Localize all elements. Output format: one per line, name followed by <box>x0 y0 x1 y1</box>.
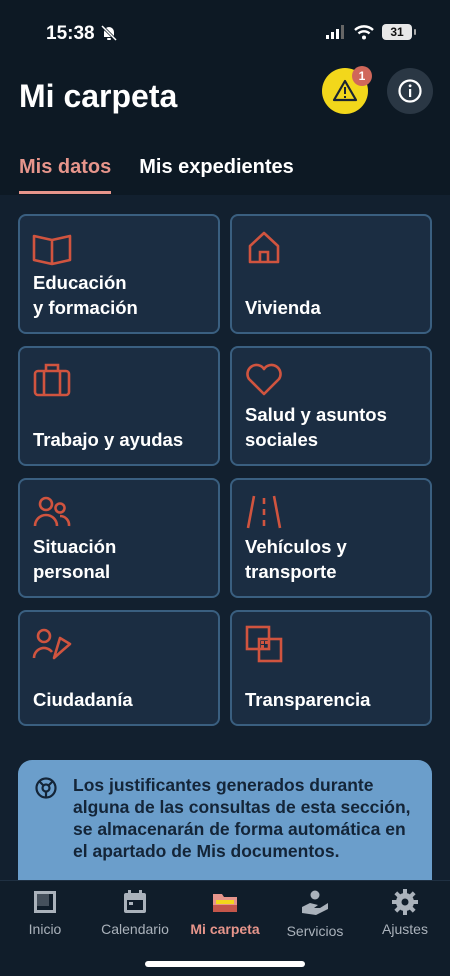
nav-calendario[interactable]: Calendario <box>90 889 180 937</box>
nav-label: Servicios <box>286 923 344 939</box>
nav-inicio[interactable]: Inicio <box>0 889 90 937</box>
category-label: Transparencia <box>245 689 371 710</box>
notice-text: Los justificantes generados durante algu… <box>73 775 411 861</box>
tab-mis-expedientes[interactable]: Mis expedientes <box>139 156 294 194</box>
page-title: Mi carpeta <box>19 78 178 114</box>
nav-label: Ajustes <box>382 921 428 937</box>
alert-count-badge: 1 <box>352 66 372 86</box>
lifebuoy-icon <box>35 777 57 799</box>
status-time: 15:38 <box>46 23 95 44</box>
alert-button[interactable]: 1 <box>322 66 372 114</box>
category-grid: Educación y formación Vivienda Trabajo y… <box>18 214 432 726</box>
heart-icon <box>246 363 282 396</box>
category-label: Trabajo y ayudas <box>33 429 184 450</box>
info-notice: Los justificantes generados durante algu… <box>18 760 432 900</box>
nav-label: Mi carpeta <box>190 921 260 937</box>
hand-service-icon <box>302 890 328 915</box>
category-salud[interactable]: Salud y asuntos sociales <box>230 346 432 466</box>
nav-servicios[interactable]: Servicios <box>270 889 360 939</box>
header: Mi carpeta 1 Mis datos Mis expedientes <box>0 62 450 195</box>
category-ciudadania[interactable]: Ciudadanía <box>18 610 220 726</box>
book-icon <box>32 234 72 266</box>
category-label: Situación personal <box>33 536 117 582</box>
category-vivienda[interactable]: Vivienda <box>230 214 432 334</box>
squares-icon <box>245 625 283 663</box>
category-transparencia[interactable]: Transparencia <box>230 610 432 726</box>
home-indicator[interactable] <box>145 961 305 967</box>
gear-icon <box>392 889 418 915</box>
calendar-icon <box>124 890 146 913</box>
home-square-icon <box>34 891 56 913</box>
category-situacion-personal[interactable]: Situación personal <box>18 478 220 598</box>
signal-icon <box>326 25 344 39</box>
tab-bar: Mis datos Mis expedientes <box>19 156 294 194</box>
category-vehiculos[interactable]: Vehículos y transporte <box>230 478 432 598</box>
people-icon <box>33 496 71 527</box>
info-button[interactable] <box>387 68 433 114</box>
nav-label: Inicio <box>28 921 62 937</box>
category-label: Educación y formación <box>33 272 138 318</box>
battery-indicator: 31 <box>382 24 416 40</box>
wifi-icon <box>354 24 374 39</box>
road-icon <box>246 495 282 529</box>
house-icon <box>248 231 280 264</box>
nav-mi-carpeta[interactable]: Mi carpeta <box>180 889 270 937</box>
citizen-flag-icon <box>32 628 72 660</box>
info-icon <box>398 79 422 103</box>
nav-label: Calendario <box>101 921 169 937</box>
category-educacion[interactable]: Educación y formación <box>18 214 220 334</box>
category-label: Salud y asuntos sociales <box>245 404 387 450</box>
category-label: Ciudadanía <box>33 689 133 710</box>
tab-mis-datos[interactable]: Mis datos <box>19 156 112 194</box>
category-label: Vehículos y transporte <box>245 536 347 582</box>
briefcase-icon <box>33 363 71 397</box>
category-trabajo[interactable]: Trabajo y ayudas <box>18 346 220 466</box>
bell-muted-icon <box>100 24 118 42</box>
nav-ajustes[interactable]: Ajustes <box>360 889 450 937</box>
category-label: Vivienda <box>245 297 321 318</box>
status-bar: 15:38 31 <box>0 0 450 62</box>
folder-icon <box>213 894 237 912</box>
